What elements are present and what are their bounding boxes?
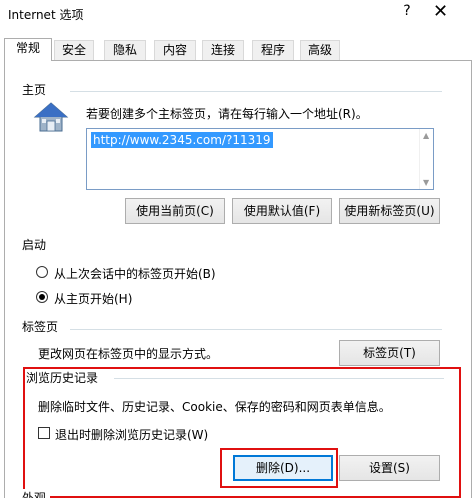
title-bar: Internet 选项 ? ✕ [0,0,476,28]
homepage-section-label: 主页 [22,81,51,98]
tab-strip: 常规 安全 隐私 内容 连接 程序 高级 [4,38,472,61]
tabs-section-label: 标签页 [22,318,63,335]
appearance-section-label: 外观 [22,489,51,498]
use-current-button[interactable]: 使用当前页(C) [125,198,225,224]
tabs-settings-button[interactable]: 标签页(T) [339,340,440,366]
delete-history-button[interactable]: 删除(D)... [233,455,333,481]
startup-home-label[interactable]: 从主页开始(H) [54,290,132,307]
tab-programs[interactable]: 程序 [252,40,294,60]
window-title: Internet 选项 [8,8,84,22]
homepage-description: 若要创建多个主标签页，请在每行输入一个地址(R)。 [86,107,368,121]
tab-security[interactable]: 安全 [54,40,94,60]
delete-on-exit-label[interactable]: 退出时删除浏览历史记录(W) [55,426,208,443]
scroll-up-icon[interactable]: ▲ [423,131,429,140]
close-icon[interactable]: ✕ [433,1,448,22]
startup-home-radio[interactable] [36,291,48,303]
home-icon [33,102,69,132]
tab-content[interactable]: 内容 [154,40,196,60]
history-divider [114,378,444,379]
history-settings-button[interactable]: 设置(S) [339,455,440,481]
startup-last-session-label[interactable]: 从上次会话中的标签页开始(B) [54,265,216,282]
delete-on-exit-checkbox[interactable] [38,427,50,439]
tab-connections[interactable]: 连接 [202,40,244,60]
tab-general[interactable]: 常规 [4,38,52,61]
tabs-description: 更改网页在标签页中的显示方式。 [38,347,219,361]
startup-section-label: 启动 [22,236,51,253]
scroll-down-icon[interactable]: ▼ [423,178,429,187]
history-description: 删除临时文件、历史记录、Cookie、保存的密码和网页表单信息。 [38,400,391,414]
use-new-tab-button[interactable]: 使用新标签页(U) [339,198,440,224]
tab-privacy[interactable]: 隐私 [104,40,146,60]
url-scrollbar[interactable]: ▲ ▼ [419,129,433,189]
help-icon[interactable]: ? [400,3,414,19]
history-section-label: 浏览历史记录 [26,369,103,386]
homepage-url-textarea[interactable]: http://www.2345.com/?11319 ▲ ▼ [86,128,434,190]
tab-advanced[interactable]: 高级 [300,40,340,60]
homepage-divider [70,91,442,92]
startup-last-session-radio[interactable] [36,266,48,278]
homepage-url-text: http://www.2345.com/?11319 [91,132,273,148]
tabs-divider [70,329,442,330]
use-default-button[interactable]: 使用默认值(F) [232,198,332,224]
